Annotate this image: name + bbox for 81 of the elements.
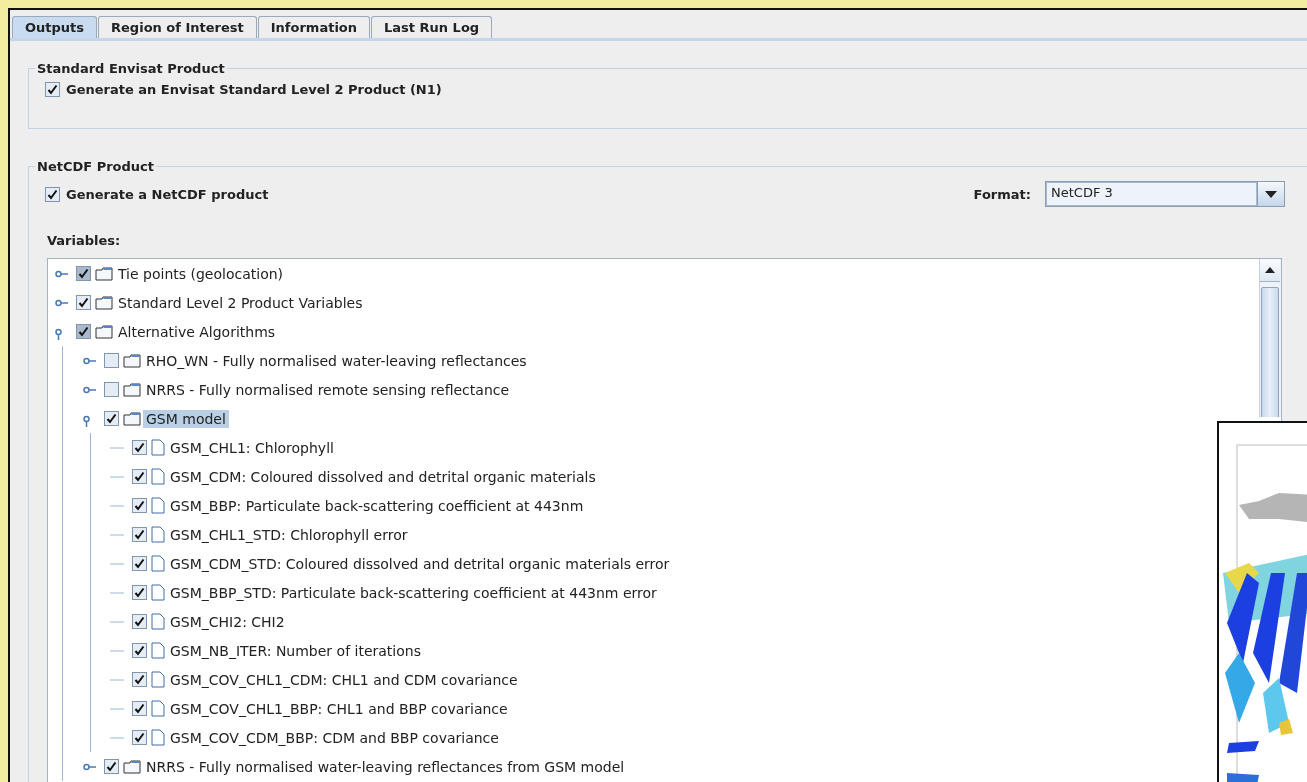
checkbox[interactable]	[132, 556, 147, 571]
tab[interactable]: Last Run Log	[371, 16, 493, 38]
tree-line	[110, 504, 126, 507]
variables-label: Variables:	[47, 233, 121, 248]
checkbox[interactable]	[104, 382, 119, 397]
document-icon	[151, 468, 165, 485]
folder-icon	[123, 382, 141, 397]
checkbox[interactable]	[132, 614, 147, 629]
document-icon	[151, 671, 165, 688]
tab[interactable]: Information	[257, 16, 371, 38]
folder-icon	[95, 295, 113, 310]
tree-item[interactable]: RHO_WN - Fully normalised water-leaving reflectances	[143, 351, 530, 370]
document-icon	[151, 642, 165, 659]
group-title: NetCDF Product	[36, 159, 155, 174]
tree-item[interactable]: Standard Level 2 Product Variables	[115, 293, 366, 312]
folder-icon	[95, 324, 113, 339]
scroll-up-icon[interactable]	[1265, 267, 1275, 273]
tree-item[interactable]: GSM_CHL1: Chlorophyll	[167, 438, 337, 457]
tree-item[interactable]: GSM_COV_CHL1_CDM: CHL1 and CDM covariance	[167, 670, 521, 689]
tree-item[interactable]: GSM_NB_ITER: Number of iterations	[167, 641, 424, 660]
checkbox[interactable]	[132, 730, 147, 745]
caret-icon	[1265, 190, 1277, 198]
tree-line	[110, 533, 126, 536]
tree-item[interactable]: Alternative Algorithms	[115, 322, 279, 341]
checkbox[interactable]	[45, 82, 60, 97]
tree-item[interactable]: GSM_BBP: Particulate back-scattering coefficient at 443nm	[167, 496, 587, 515]
tab[interactable]: Region of Interest	[98, 16, 257, 38]
tree-item[interactable]: GSM_CDM_STD: Coloured dissolved and detrital organic materials error	[167, 554, 673, 573]
document-icon	[151, 439, 165, 456]
checkbox[interactable]	[76, 324, 91, 339]
checkbox[interactable]	[104, 411, 119, 426]
folder-icon	[123, 411, 141, 426]
document-icon	[151, 613, 165, 630]
tree-line	[110, 649, 126, 652]
tree-item[interactable]: GSM_CHL1_STD: Chlorophyll error	[167, 525, 411, 544]
folder-icon	[123, 353, 141, 368]
document-icon	[151, 700, 165, 717]
tree-item[interactable]: NRRS - Fully normalised water-leaving reflectances from GSM model	[143, 757, 628, 776]
tree-item[interactable]: GSM model	[143, 409, 229, 428]
tree-line	[110, 446, 126, 449]
document-icon	[151, 497, 165, 514]
checkbox-label[interactable]: Generate a NetCDF product	[66, 186, 269, 202]
checkbox[interactable]	[76, 266, 91, 281]
tree-line	[110, 678, 126, 681]
document-icon	[151, 729, 165, 746]
tree-item[interactable]: Tie points (geolocation)	[115, 264, 287, 283]
group-title: Standard Envisat Product	[36, 61, 226, 76]
checkbox[interactable]	[132, 585, 147, 600]
checkbox-label[interactable]: Generate an Envisat Standard Level 2 Product (N1)	[66, 82, 442, 97]
tree-line	[110, 736, 126, 739]
checkbox[interactable]	[132, 672, 147, 687]
scrollbar[interactable]	[1259, 259, 1281, 417]
tab[interactable]: Outputs	[12, 16, 98, 38]
document-icon	[151, 555, 165, 572]
tree-item[interactable]: GSM_CHI2: CHI2	[167, 612, 288, 631]
tree-line	[110, 475, 126, 478]
checkbox[interactable]	[132, 643, 147, 658]
checkbox[interactable]	[104, 759, 119, 774]
format-dropdown[interactable]: NetCDF 3	[1045, 181, 1285, 207]
folder-icon	[123, 759, 141, 774]
tree-item[interactable]: GSM_COV_CDM_BBP: CDM and BBP covariance	[167, 728, 502, 747]
tree-item[interactable]: GSM_BBP_STD: Particulate back-scattering coefficient at 443nm error	[167, 583, 660, 602]
tree-line	[110, 591, 126, 594]
checkbox[interactable]	[132, 498, 147, 513]
document-icon	[151, 526, 165, 543]
tree-item[interactable]: GSM_CDM: Coloured dissolved and detrital organic materials	[167, 467, 599, 486]
checkbox[interactable]	[132, 469, 147, 484]
checkbox[interactable]	[132, 440, 147, 455]
checkbox[interactable]	[76, 295, 91, 310]
checkbox[interactable]	[45, 186, 60, 202]
checkbox[interactable]	[132, 701, 147, 716]
tree-line	[110, 707, 126, 710]
checkbox[interactable]	[104, 353, 119, 368]
document-icon	[151, 584, 165, 601]
format-label: Format:	[973, 186, 1031, 202]
tree-item[interactable]: GSM_COV_CHL1_BBP: CHL1 and BBP covariance	[167, 699, 511, 718]
checkbox[interactable]	[132, 527, 147, 542]
folder-icon	[95, 266, 113, 281]
tree-item[interactable]: NRRS - Fully normalised remote sensing reflectance	[143, 380, 513, 399]
tree-line	[110, 620, 126, 623]
tree-line	[110, 562, 126, 565]
